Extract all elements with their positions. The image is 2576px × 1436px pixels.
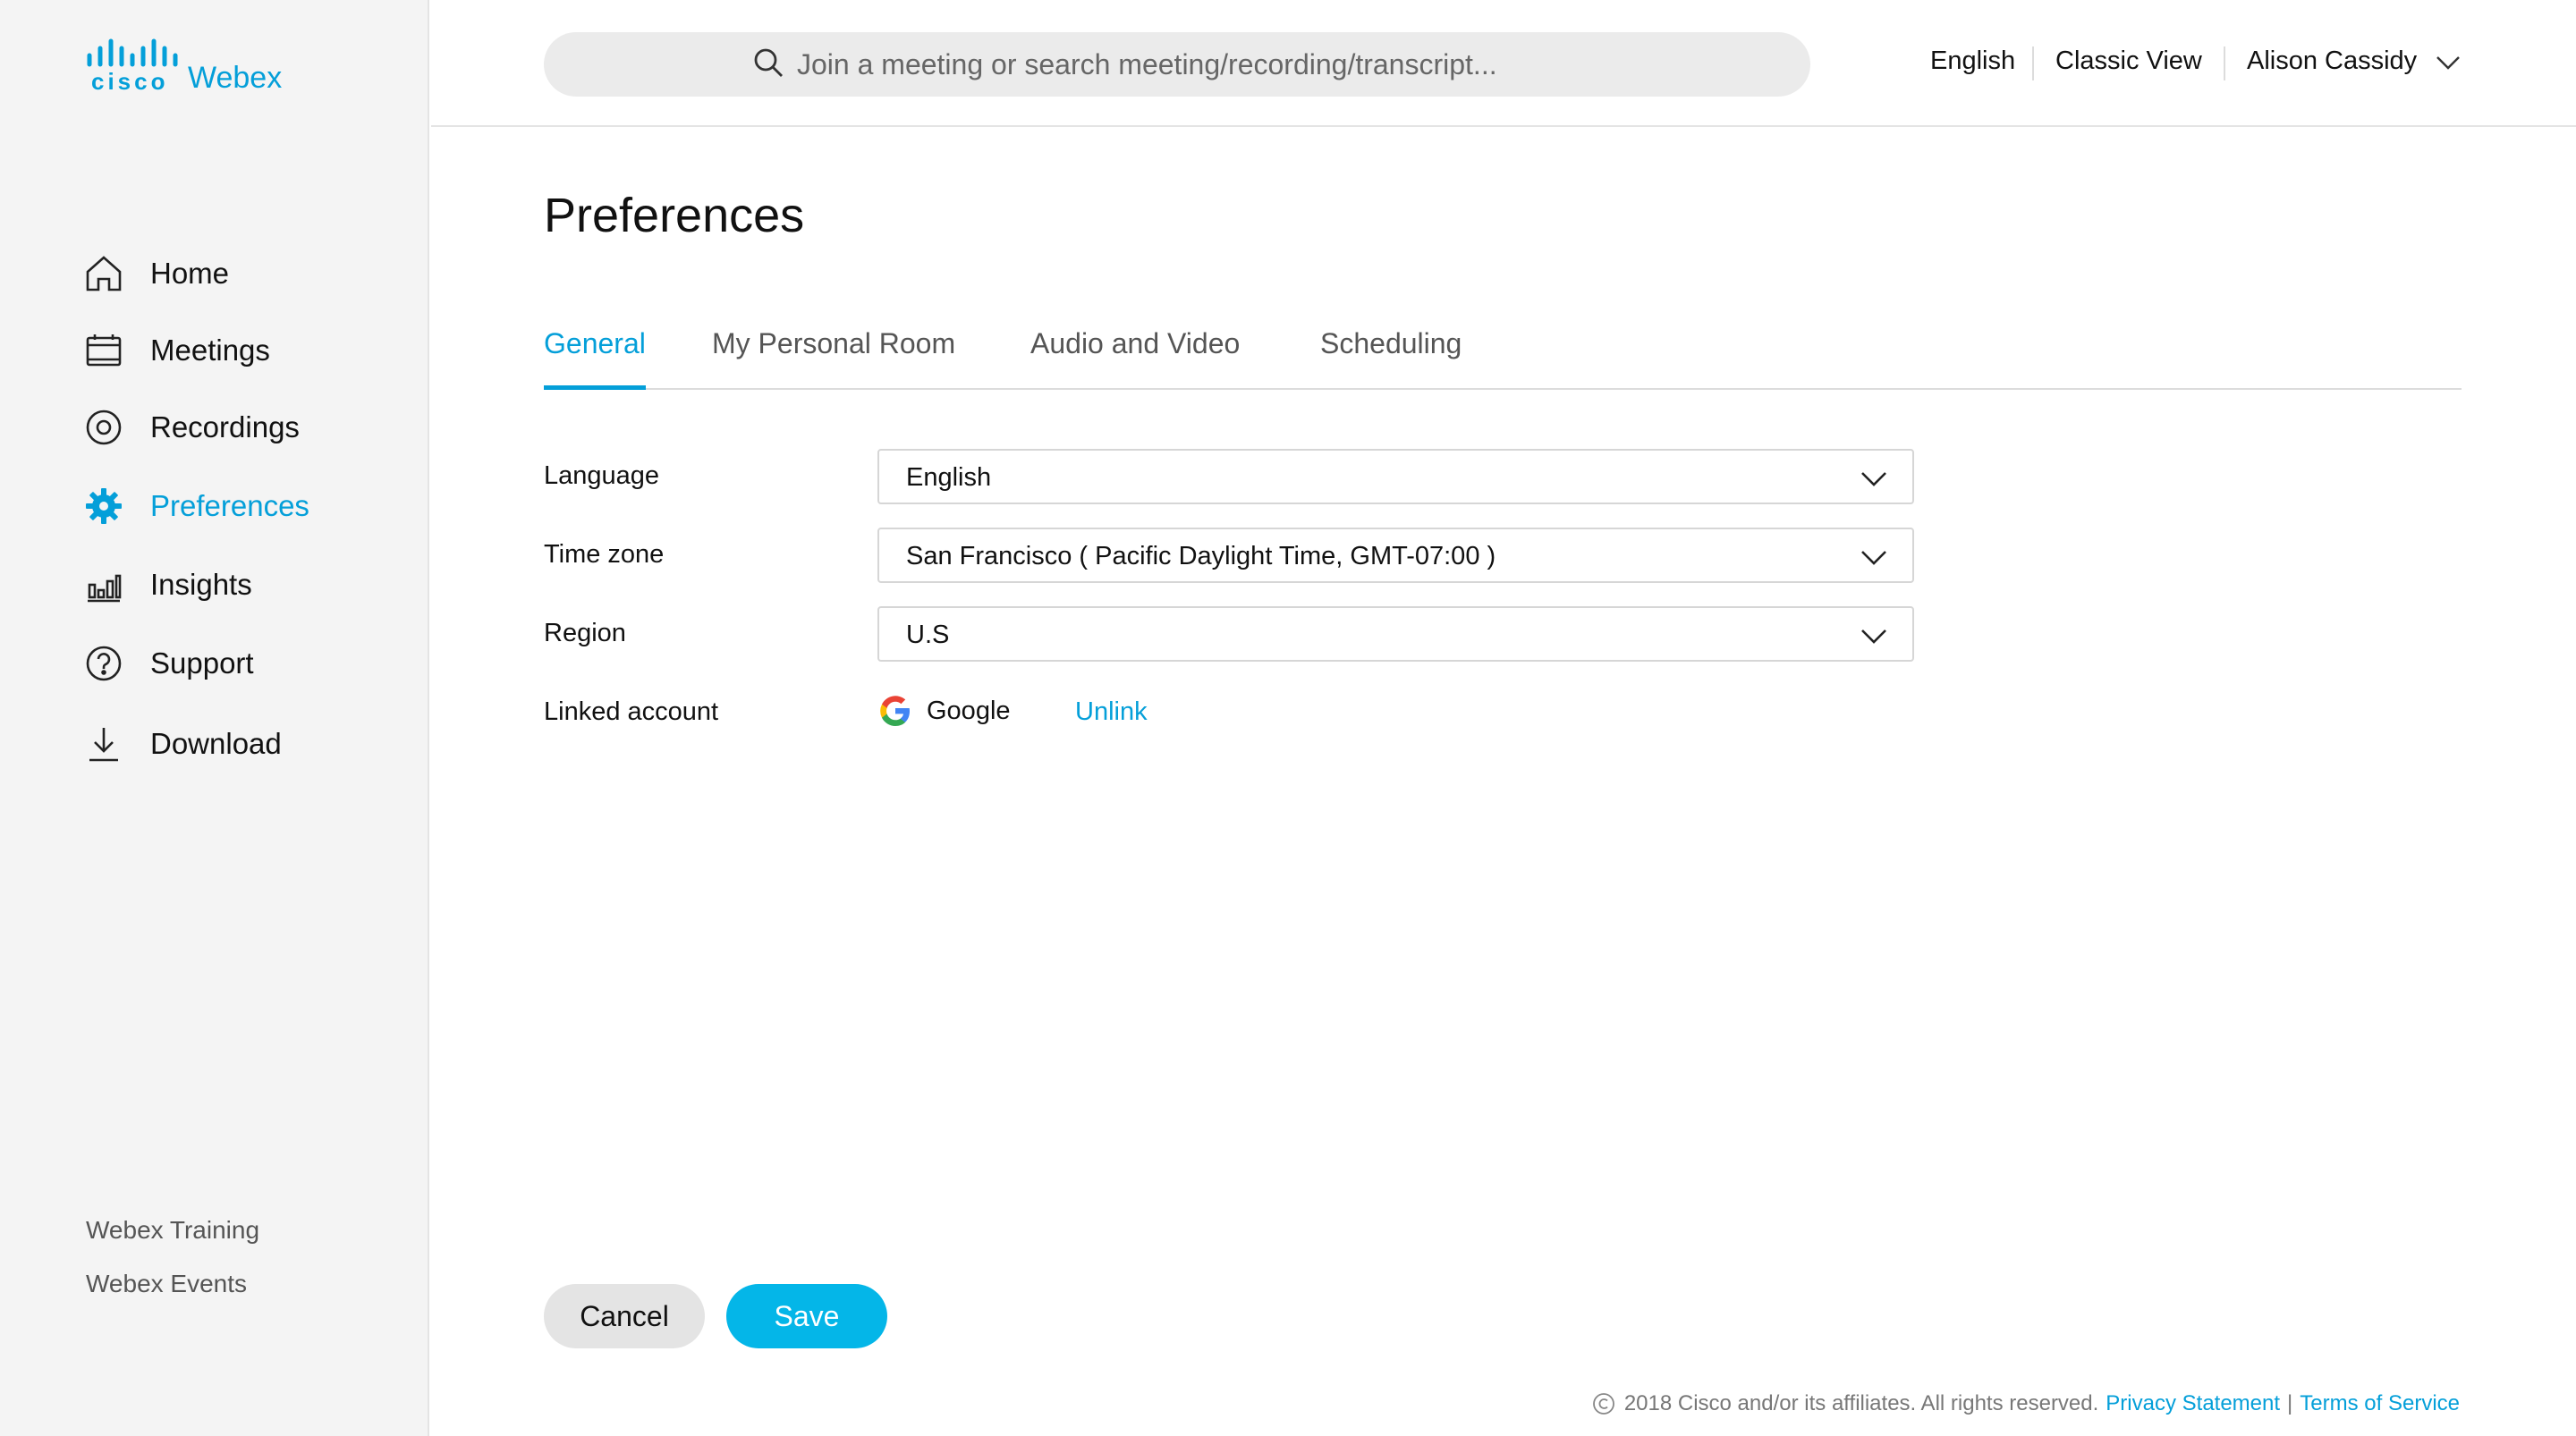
preferences-tabs: General My Personal Room Audio and Video… bbox=[544, 327, 2462, 390]
region-select[interactable]: U.S bbox=[877, 606, 1914, 662]
header-divider bbox=[2032, 46, 2034, 80]
chevron-down-icon bbox=[2436, 56, 2461, 71]
tab-audio-and-video[interactable]: Audio and Video bbox=[1030, 327, 1240, 390]
terms-of-service-link[interactable]: Terms of Service bbox=[2300, 1391, 2460, 1416]
search-input[interactable] bbox=[797, 47, 1602, 81]
sidebar-item-download[interactable]: Download bbox=[84, 719, 406, 769]
footer: 2018 Cisco and/or its affiliates. All ri… bbox=[1592, 1391, 2460, 1416]
sidebar-item-label: Meetings bbox=[150, 334, 270, 367]
bar-chart-icon bbox=[84, 565, 123, 604]
sidebar-item-recordings[interactable]: Recordings bbox=[84, 402, 406, 452]
google-icon bbox=[880, 696, 910, 726]
top-header: English Classic View Alison Cassidy bbox=[431, 0, 2576, 127]
timezone-select[interactable]: San Francisco ( Pacific Daylight Time, G… bbox=[877, 528, 1914, 583]
linked-account: Google bbox=[878, 694, 1011, 728]
sidebar-item-home[interactable]: Home bbox=[84, 249, 406, 299]
gear-icon bbox=[84, 486, 123, 526]
linked-account-label: Linked account bbox=[544, 697, 719, 726]
recording-icon bbox=[84, 408, 123, 447]
webex-wordmark: Webex bbox=[188, 61, 283, 95]
privacy-statement-link[interactable]: Privacy Statement bbox=[2106, 1391, 2280, 1416]
search-bar[interactable] bbox=[544, 32, 1810, 97]
sidebar-item-preferences[interactable]: Preferences bbox=[84, 481, 406, 531]
chevron-down-icon bbox=[1861, 629, 1886, 644]
sidebar-item-label: Preferences bbox=[150, 489, 309, 522]
home-icon bbox=[84, 254, 123, 293]
user-name: Alison Cassidy bbox=[2247, 46, 2418, 75]
sidebar: cisco Webex Home Meetings Recordings Pre… bbox=[0, 0, 429, 1436]
sidebar-item-support[interactable]: Support bbox=[84, 638, 406, 688]
calendar-icon bbox=[84, 331, 123, 370]
help-icon bbox=[84, 644, 123, 683]
webex-events-link[interactable]: Webex Events bbox=[86, 1270, 247, 1298]
sidebar-item-label: Insights bbox=[150, 568, 252, 601]
download-icon bbox=[84, 724, 123, 764]
copyright-text: 2018 Cisco and/or its affiliates. All ri… bbox=[1623, 1391, 2099, 1415]
google-label: Google bbox=[927, 696, 1011, 725]
cisco-wordmark: cisco bbox=[91, 68, 169, 95]
cisco-webex-logo[interactable]: cisco Webex bbox=[84, 38, 299, 100]
footer-separator: | bbox=[2287, 1391, 2293, 1415]
sidebar-item-label: Recordings bbox=[150, 410, 300, 443]
tab-my-personal-room[interactable]: My Personal Room bbox=[712, 327, 955, 390]
tab-general[interactable]: General bbox=[544, 327, 646, 390]
chevron-down-icon bbox=[1861, 551, 1886, 565]
copyright-icon bbox=[1592, 1393, 1614, 1415]
chevron-down-icon bbox=[1861, 472, 1886, 486]
timezone-label: Time zone bbox=[544, 540, 665, 569]
language-label: Language bbox=[544, 461, 660, 490]
sidebar-item-label: Download bbox=[150, 727, 282, 760]
language-select-value: English bbox=[906, 463, 992, 492]
header-divider bbox=[2224, 46, 2225, 80]
sidebar-item-insights[interactable]: Insights bbox=[84, 560, 406, 610]
search-icon bbox=[752, 46, 784, 83]
language-select[interactable]: English bbox=[877, 449, 1914, 504]
language-link[interactable]: English bbox=[1930, 46, 2015, 76]
unlink-link[interactable]: Unlink bbox=[1075, 697, 1148, 727]
region-label: Region bbox=[544, 619, 626, 647]
timezone-select-value: San Francisco ( Pacific Daylight Time, G… bbox=[906, 542, 1496, 570]
sidebar-item-label: Support bbox=[150, 646, 254, 680]
cisco-bars-icon bbox=[87, 38, 178, 67]
sidebar-item-label: Home bbox=[150, 257, 230, 290]
webex-training-link[interactable]: Webex Training bbox=[86, 1216, 259, 1245]
cancel-button[interactable]: Cancel bbox=[544, 1284, 705, 1348]
region-select-value: U.S bbox=[906, 621, 950, 649]
page-title: Preferences bbox=[544, 189, 805, 242]
save-button[interactable]: Save bbox=[726, 1284, 887, 1348]
classic-view-link[interactable]: Classic View bbox=[2055, 46, 2202, 76]
tab-scheduling[interactable]: Scheduling bbox=[1320, 327, 1462, 390]
user-menu[interactable]: Alison Cassidy bbox=[2247, 46, 2462, 76]
sidebar-item-meetings[interactable]: Meetings bbox=[84, 325, 406, 376]
